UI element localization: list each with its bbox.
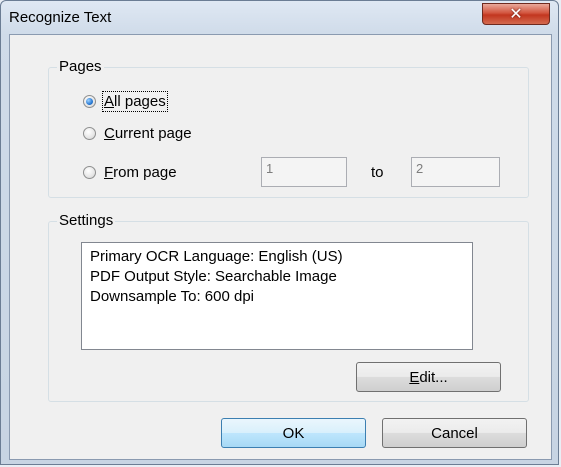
- pages-group-legend: Pages: [57, 58, 104, 75]
- settings-line-ocr-language: Primary OCR Language: English (US): [90, 248, 343, 265]
- settings-group: Settings Primary OCR Language: English (…: [48, 212, 529, 402]
- all-pages-label: All pages: [102, 91, 168, 112]
- title-bar[interactable]: Recognize Text ✕: [1, 1, 558, 33]
- from-page-label: From page: [104, 164, 177, 181]
- settings-listbox[interactable]: Primary OCR Language: English (US) PDF O…: [81, 242, 473, 350]
- dialog-client-area: Pages All pages Current page From page 1…: [9, 34, 552, 460]
- edit-button-label: Edit...: [409, 368, 448, 386]
- dialog-window: Recognize Text ✕ Pages All pages Current…: [0, 0, 559, 465]
- close-button[interactable]: ✕: [482, 3, 550, 25]
- pages-group: Pages All pages Current page From page 1…: [48, 58, 529, 198]
- all-pages-radio[interactable]: [83, 95, 96, 108]
- from-page-radio-option[interactable]: From page: [83, 164, 177, 181]
- all-pages-radio-option[interactable]: All pages: [83, 91, 168, 112]
- settings-group-legend: Settings: [57, 212, 116, 229]
- settings-line-output-style: PDF Output Style: Searchable Image: [90, 268, 337, 285]
- dialog-title: Recognize Text: [9, 9, 112, 26]
- to-page-input[interactable]: 2: [411, 157, 500, 187]
- edit-button[interactable]: Edit...: [356, 362, 501, 392]
- from-page-input[interactable]: 1: [261, 157, 347, 187]
- current-page-label: Current page: [104, 125, 192, 142]
- current-page-radio-option[interactable]: Current page: [83, 125, 192, 142]
- settings-line-downsample: Downsample To: 600 dpi: [90, 288, 254, 305]
- close-icon: ✕: [509, 4, 523, 23]
- cancel-button[interactable]: Cancel: [382, 418, 527, 448]
- ok-button[interactable]: OK: [221, 418, 366, 448]
- current-page-radio[interactable]: [83, 127, 96, 140]
- to-label: to: [371, 164, 384, 181]
- from-page-radio[interactable]: [83, 166, 96, 179]
